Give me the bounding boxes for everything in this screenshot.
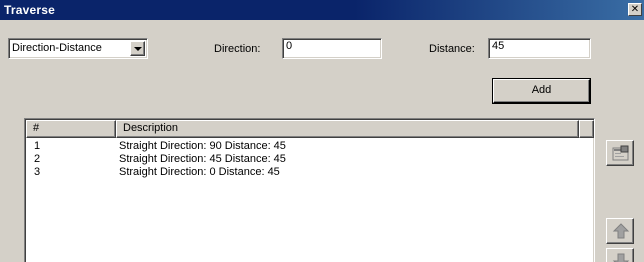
chevron-down-icon: [134, 47, 142, 51]
arrow-up-icon: [612, 223, 630, 239]
direction-label: Direction:: [214, 43, 261, 55]
row-description: Straight Direction: 0 Distance: 45: [119, 166, 280, 178]
close-icon: ✕: [630, 4, 640, 15]
list-item[interactable]: 1 Straight Direction: 90 Distance: 45: [26, 140, 593, 153]
traverse-window: Traverse ✕ Direction-Distance Direction:…: [0, 0, 644, 262]
arrow-down-icon: [612, 253, 630, 262]
window-title: Traverse: [4, 3, 55, 17]
title-bar[interactable]: Traverse ✕: [0, 0, 644, 20]
list-header: # Description: [26, 120, 594, 138]
traverse-method-select[interactable]: Direction-Distance: [8, 38, 148, 59]
row-number: 1: [34, 140, 41, 152]
properties-icon: [612, 145, 629, 161]
method-select-value: Direction-Distance: [12, 42, 102, 54]
column-header-number[interactable]: #: [26, 120, 116, 138]
column-header-description[interactable]: Description: [116, 120, 579, 138]
close-button[interactable]: ✕: [628, 3, 642, 16]
move-down-button[interactable]: [606, 248, 634, 262]
row-number: 3: [34, 166, 41, 178]
dropdown-button[interactable]: [130, 41, 145, 56]
row-description: Straight Direction: 45 Distance: 45: [119, 153, 286, 165]
list-item[interactable]: 2 Straight Direction: 45 Distance: 45: [26, 153, 593, 166]
distance-value: 45: [492, 40, 505, 52]
properties-button[interactable]: [606, 140, 634, 166]
row-number: 2: [34, 153, 41, 165]
distance-label: Distance:: [429, 43, 475, 55]
direction-value: 0: [286, 40, 293, 52]
traverse-list[interactable]: # Description 1 Straight Direction: 90 D…: [24, 118, 595, 262]
distance-input[interactable]: 45: [488, 38, 591, 59]
list-item[interactable]: 3 Straight Direction: 0 Distance: 45: [26, 166, 593, 179]
add-button-label: Add: [531, 84, 552, 96]
move-up-button[interactable]: [606, 218, 634, 244]
row-description: Straight Direction: 90 Distance: 45: [119, 140, 286, 152]
column-header-filler: [579, 120, 594, 138]
add-button[interactable]: Add: [493, 79, 590, 103]
list-rows: 1 Straight Direction: 90 Distance: 45 2 …: [26, 140, 593, 179]
direction-input[interactable]: 0: [282, 38, 382, 59]
